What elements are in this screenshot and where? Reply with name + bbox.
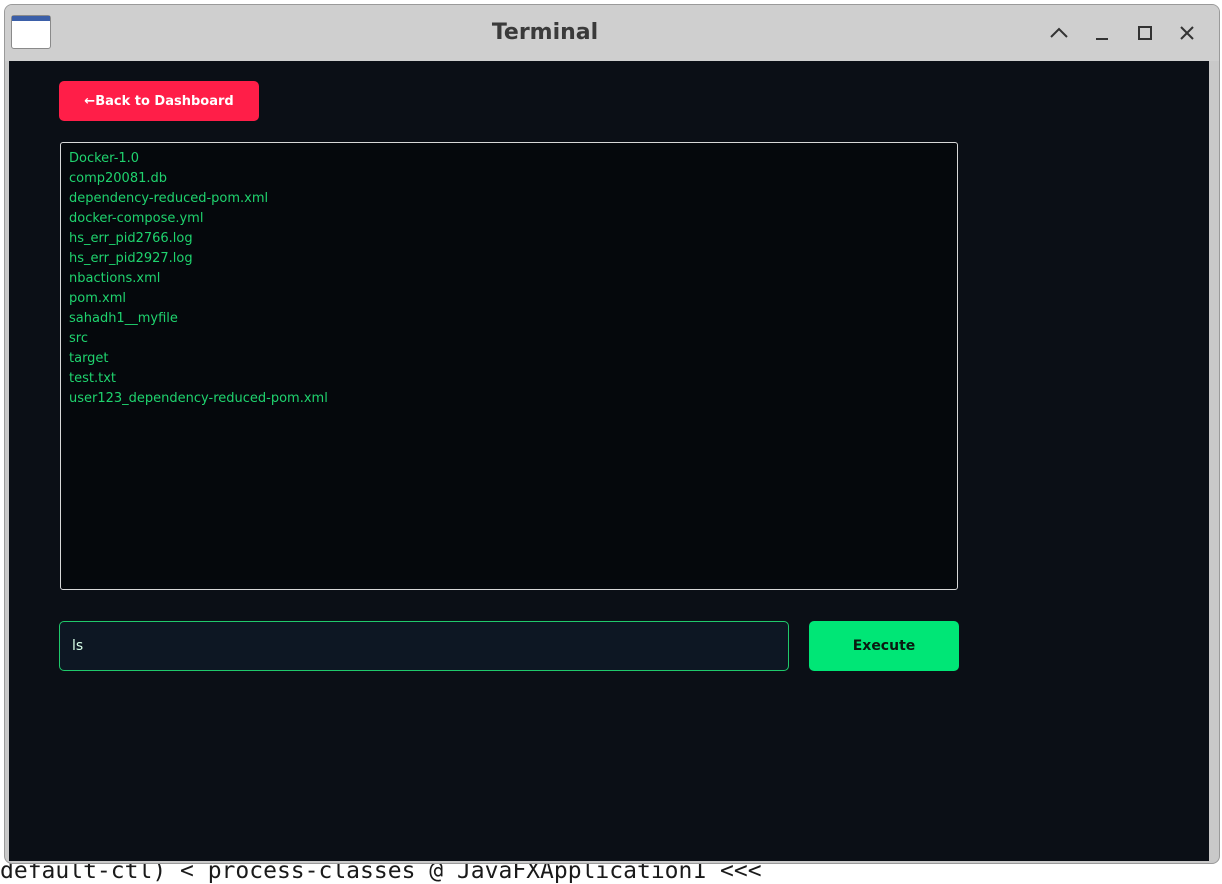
terminal-output[interactable]: Docker-1.0 comp20081.db dependency-reduc… xyxy=(60,142,958,590)
output-line: user123_dependency-reduced-pom.xml xyxy=(69,391,328,406)
output-line: target xyxy=(69,351,109,366)
output-line: Docker-1.0 xyxy=(69,151,140,166)
output-line: comp20081.db xyxy=(69,171,168,186)
minimize-icon[interactable] xyxy=(1088,19,1116,47)
back-to-dashboard-button[interactable]: ←Back to Dashboard xyxy=(59,81,259,121)
execute-button[interactable]: Execute xyxy=(809,621,959,671)
output-line: test.txt xyxy=(69,371,116,386)
output-line: hs_err_pid2927.log xyxy=(69,251,193,266)
output-line: nbactions.xml xyxy=(69,271,161,286)
output-line: src xyxy=(69,331,88,346)
chevron-up-icon[interactable] xyxy=(1045,19,1073,47)
output-line: docker-compose.yml xyxy=(69,211,204,226)
output-line: hs_err_pid2766.log xyxy=(69,231,193,246)
output-line: pom.xml xyxy=(69,291,126,306)
close-icon[interactable] xyxy=(1173,19,1201,47)
output-line: dependency-reduced-pom.xml xyxy=(69,191,269,206)
terminal-window: Terminal ←Back to Dashboard Docker-1.0 c… xyxy=(4,4,1220,864)
terminal-content: ←Back to Dashboard Docker-1.0 comp20081.… xyxy=(9,61,1209,861)
command-input[interactable] xyxy=(59,621,789,671)
title-bar[interactable]: Terminal xyxy=(5,5,1219,61)
maximize-icon[interactable] xyxy=(1131,19,1159,47)
output-line: sahadh1__myfile xyxy=(69,311,178,326)
window-title: Terminal xyxy=(491,20,599,45)
